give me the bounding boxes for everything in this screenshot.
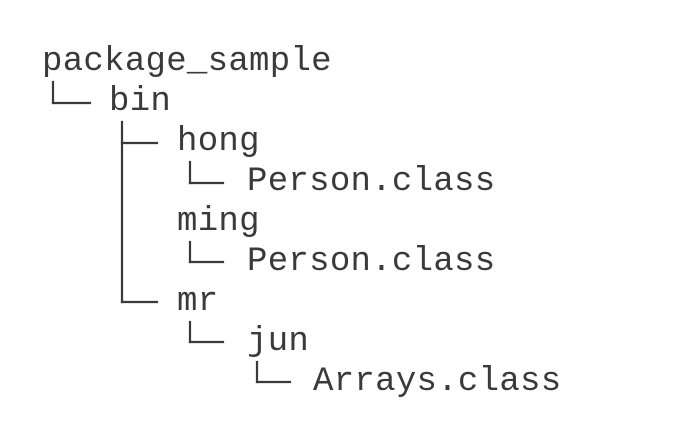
- folder-hong-label: hong: [177, 123, 260, 161]
- folder-ming-label: ming: [177, 203, 260, 241]
- folder-mr-label: mr: [177, 283, 219, 321]
- file-hong-person-label: Person.class: [247, 163, 496, 201]
- directory-tree: package_sample bin hong Person.class min…: [0, 0, 687, 435]
- folder-bin-label: bin: [109, 83, 172, 121]
- folder-jun-label: jun: [247, 323, 310, 361]
- file-ming-person-label: Person.class: [247, 243, 496, 281]
- file-jun-arrays-label: Arrays.class: [313, 363, 562, 401]
- folder-root-label: package_sample: [42, 43, 332, 81]
